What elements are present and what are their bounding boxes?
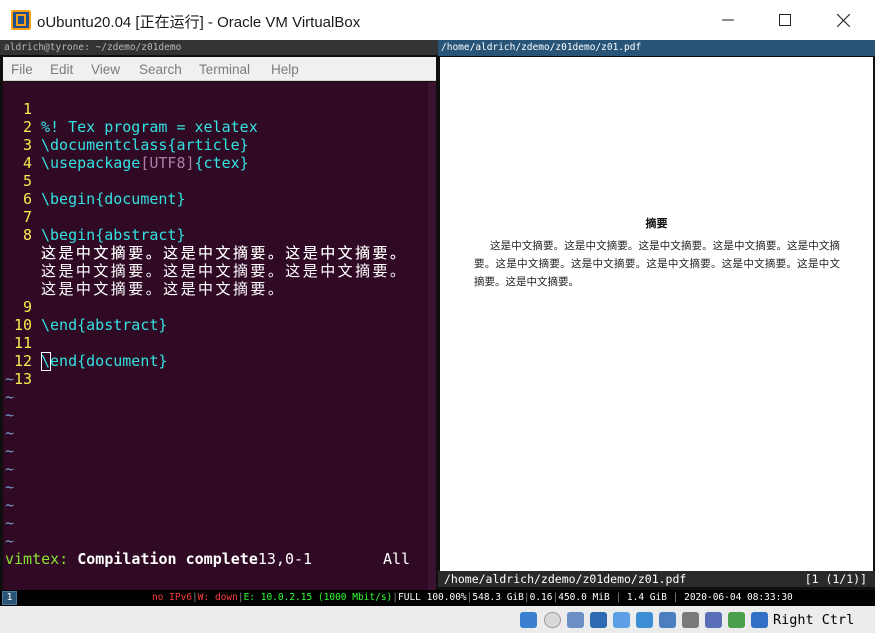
window-title: oUbuntu20.04 [正在运行] - Oracle VM VirtualB… [37,14,361,31]
vim-editor[interactable]: 1 %! Tex program = xelatex 2 \documentcl… [3,82,436,592]
latex-command: \documentclass [41,136,168,154]
editor-line: 3 \usepackage[UTF8]{ctex} [3,118,249,172]
abstract-text: 这是中文摘要。这是中文摘要。这是中文摘要。这是中文摘要。这是中文摘要。这是中文摘… [474,240,840,288]
abstract-heading: 摘要 [645,217,668,230]
scroll-indicator: All [383,550,411,568]
terminal-title: aldrich@tyrone: ~/zdemo/z01demo [0,40,438,55]
workspace-button[interactable]: 1 [2,591,17,605]
menu-search[interactable]: Search [139,62,182,77]
editor-line: 4 [3,136,57,172]
latex-argument: {article} [167,136,249,154]
recording-icon[interactable] [682,612,699,628]
guest-screen[interactable]: aldrich@tyrone: ~/zdemo/z01demo File Edi… [0,40,875,606]
clock: 2020-06-04 08:33:30 [684,592,793,603]
text-cursor [41,352,51,371]
vim-status-line: vimtex: Compilation complete13,0-1 All [5,550,410,568]
latex-option: [UTF8] [140,154,195,172]
empty-line-marker: ~ [5,460,15,478]
menu-file[interactable]: File [11,62,33,77]
system-status: no IPv6|W: down|E: 10.0.2.15 (1000 Mbit/… [152,592,793,603]
code-text: 这是中文摘要。这是中文摘要。这是中文摘要。 [41,262,408,280]
network-icon[interactable] [590,612,607,628]
empty-line-marker: ~ [5,496,15,514]
close-button[interactable] [814,0,872,40]
shared-folder-icon[interactable] [636,612,653,628]
editor-line: 2 \documentclass{article} [3,100,249,154]
menu-help[interactable]: Help [271,62,299,77]
i3-status-bar: 1 no IPv6|W: down|E: 10.0.2.15 (1000 Mbi… [0,590,875,606]
pdf-status-bar: /home/aldrich/zdemo/z01demo/z01.pdf [1 (… [438,571,875,587]
empty-line-marker: ~ [5,478,15,496]
disk-status: 548.3 GiB [472,592,524,603]
editor-line: 10 [3,298,57,334]
ipv6-status: no IPv6 [152,592,193,603]
latex-argument: {document} [95,190,186,208]
latex-argument: {document} [77,352,168,370]
editor-line: 1 %! Tex program = xelatex [3,82,258,136]
editor-line: 9 \end{abstract} [3,280,167,334]
hard-disk-icon[interactable] [520,612,537,628]
maximize-icon [779,14,791,26]
virtualbox-icon [11,10,31,30]
code-text: %! Tex program = xelatex [41,118,258,136]
status-message: Compilation complete [77,550,258,568]
editor-line-wrap: 这是中文摘要。这是中文摘要。这是中文摘要。 [3,244,405,280]
menu-terminal[interactable]: Terminal [199,62,250,77]
terminal-scrollbar[interactable] [428,82,436,592]
minimize-icon [722,19,734,21]
terminal-menubar: File Edit View Search Terminal Help [3,57,436,81]
editor-line: 12 [3,334,57,370]
editor-line: 11 \end{document} [3,316,168,370]
empty-line-marker: ~ [5,388,15,406]
code-text: 这是中文摘要。这是中文摘要。 [41,280,286,298]
editor-line: 5 \begin{document} [3,154,186,208]
keyboard-icon[interactable] [751,612,768,628]
mouse-integration-icon[interactable] [728,612,745,628]
pdf-page[interactable]: 摘要 这是中文摘要。这是中文摘要。这是中文摘要。这是中文摘要。这是中文摘要。这是… [440,57,873,571]
status-prefix: vimtex: [5,550,69,568]
pdf-file-path: /home/aldrich/zdemo/z01demo/z01.pdf [444,572,687,586]
maximize-button[interactable] [756,0,814,40]
editor-line: 7 \begin{abstract} [3,190,186,244]
menu-edit[interactable]: Edit [50,62,73,77]
editor-line: 6 [3,172,57,208]
pdf-page-indicator: [1 (1/1)] [804,572,867,586]
audio-icon[interactable] [567,612,584,628]
battery-status: FULL 100.00% [398,592,467,603]
swap-status: 1.4 GiB [626,592,667,603]
editor-line: 8 这是中文摘要。这是中文摘要。这是中文摘要。 [3,208,405,262]
minimize-button[interactable] [699,0,757,40]
ethernet-status: E: 10.0.2.15 (1000 Mbit/s) [243,592,393,603]
virtualbox-status-bar: Right Ctrl [0,606,875,633]
code-text: 这是中文摘要。这是中文摘要。这是中文摘要。 [41,244,408,262]
menu-view[interactable]: View [91,62,120,77]
close-icon [836,13,850,27]
empty-line-marker: ~ [5,442,15,460]
empty-line-marker: ~ [5,424,15,442]
window-title-bar: oUbuntu20.04 [正在运行] - Oracle VM VirtualB… [0,0,875,40]
virtualization-icon[interactable] [705,612,722,628]
memory-status: 450.0 MiB [558,592,610,603]
empty-line-marker: ~ [5,532,15,550]
empty-line-marker: ~ [5,406,15,424]
latex-argument: {ctex} [194,154,249,172]
wireless-status: W: down [197,592,238,603]
host-key-label[interactable]: Right Ctrl [773,612,854,628]
empty-line-marker: ~ [5,514,15,532]
latex-argument: {abstract} [95,226,186,244]
empty-line-marker: ~ [5,370,15,388]
load-status: 0.16 [529,592,553,603]
cursor-position: 13,0-1 [257,550,313,568]
pdf-window-title: /home/aldrich/zdemo/z01demo/z01.pdf [438,40,875,56]
optical-disk-icon[interactable] [544,612,561,628]
editor-line-wrap: 这是中文摘要。这是中文摘要。 [3,262,283,298]
usb-icon[interactable] [613,612,630,628]
display-icon[interactable] [659,612,676,628]
editor-line-wrap: 这是中文摘要。这是中文摘要。这是中文摘要。 [3,226,405,262]
latex-argument: {abstract} [77,316,168,334]
